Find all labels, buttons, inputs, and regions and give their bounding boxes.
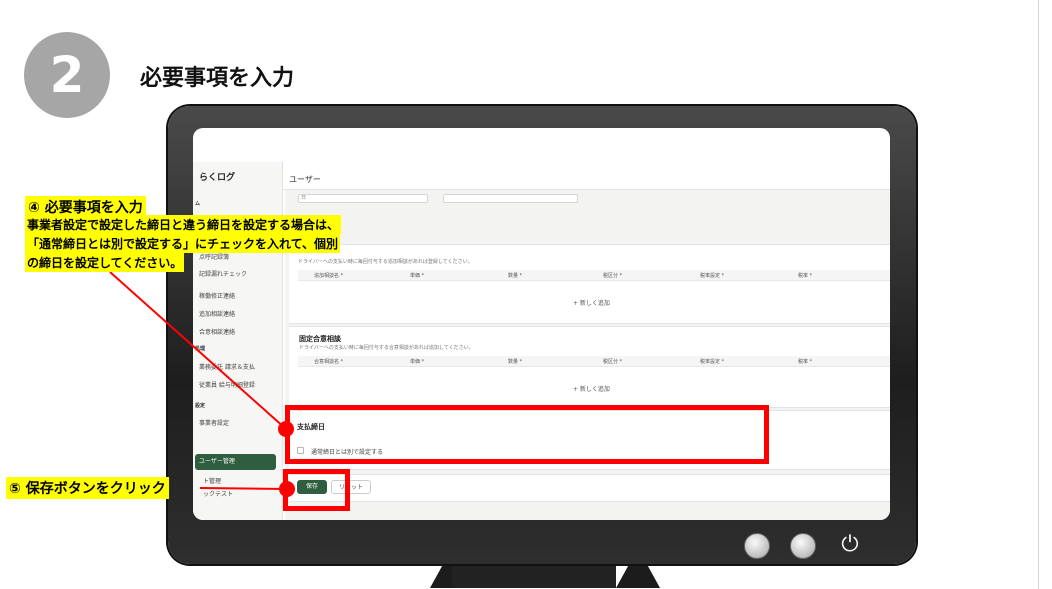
slide: 2 必要事項を入力 ⏻ らくログ ム 点呼記録簿 記録漏れチェック 稼働修正連絡… <box>0 0 1052 589</box>
sidebar-item-payslip[interactable]: 従業員 給与明細登録 <box>199 380 255 389</box>
callout-dot-5 <box>279 481 295 497</box>
col-quantity: 数量 * <box>508 273 523 279</box>
col-tax-rate: 税率 * <box>798 359 813 365</box>
monitor-button-1[interactable] <box>744 533 770 559</box>
additional-table-header: 追加相談名 * 単価 * 数量 * 税区分 * 税率設定 * 税率 * <box>298 270 890 281</box>
step-number-circle: 2 <box>24 32 110 118</box>
sidebar-item-work-fix[interactable]: 稼働修正連絡 <box>199 291 235 300</box>
top-input-2[interactable] <box>443 194 578 203</box>
sidebar-item-contract-billing[interactable]: 業務委託 請求＆支払 <box>199 362 255 371</box>
add-fixed-button[interactable]: + 新しく追加 <box>573 384 610 393</box>
breadcrumb: ユーザー <box>289 175 321 184</box>
sidebar-item-check-test[interactable]: ックテスト <box>203 489 233 498</box>
sidebar-item-additional[interactable]: 追加相談連絡 <box>199 309 235 318</box>
sidebar-item-business-settings[interactable]: 事業者設定 <box>199 418 229 427</box>
callout-4-line-2: 「通常締日とは別で設定する」にチェックを入れて、個別 <box>25 234 341 253</box>
sidebar-section-mark: ム <box>195 201 201 207</box>
top-input[interactable]: 日 <box>298 194 428 203</box>
col-tax-setting: 税率設定 * <box>700 273 725 279</box>
monitor-button-2[interactable] <box>790 533 816 559</box>
fixed-title: 固定合意相談 <box>299 335 341 343</box>
callout-4-line-1: 事業者設定で設定した締日と違う締日を設定する場合は、 <box>25 215 342 234</box>
sidebar-section-settings: 設定 <box>195 403 206 409</box>
col-tax-class: 税区分 * <box>603 359 623 365</box>
callout-5: ⑤ 保存ボタンをクリック <box>6 477 169 499</box>
sidebar-item-roll-call[interactable]: 点呼記録簿 <box>199 252 229 261</box>
col-quantity: 数量 * <box>508 359 523 365</box>
sidebar-item-agreement[interactable]: 合意相談連絡 <box>199 327 235 336</box>
buttons-card <box>289 474 890 502</box>
callout-dot-4 <box>278 421 294 437</box>
col-unit-price: 単価 * <box>410 359 425 365</box>
col-agreement-name: 合意相談名 * <box>314 359 344 365</box>
fixed-card <box>289 326 890 408</box>
app-topbar <box>283 162 890 190</box>
callout-4-line-3: の締日を設定してください。 <box>25 253 185 272</box>
additional-card <box>289 244 890 324</box>
col-additional-name: 追加相談名 * <box>314 273 344 279</box>
highlight-payment-box <box>285 405 769 464</box>
col-unit-price: 単価 * <box>410 273 425 279</box>
additional-desc: ドライバーへの支払い時に毎回付与する追加相談があれば登録してください。 <box>298 259 473 265</box>
sidebar-item-user-management[interactable]: ユーザー管理 <box>195 454 276 470</box>
fixed-table-header: 合意相談名 * 単価 * 数量 * 税区分 * 税率設定 * 税率 * <box>298 356 890 367</box>
sidebar-section-process: 処理 <box>195 346 206 352</box>
power-icon[interactable]: ⏻ <box>836 531 864 559</box>
sidebar-item-management[interactable]: ト管理 <box>203 476 221 485</box>
sidebar-item-missing-check[interactable]: 記録漏れチェック <box>199 269 247 278</box>
app-logo[interactable]: らくログ <box>199 170 235 183</box>
add-additional-button[interactable]: + 新しく追加 <box>573 298 610 307</box>
col-tax-class: 税区分 * <box>603 273 623 279</box>
col-tax-rate: 税率 * <box>798 273 813 279</box>
step-title: 必要事項を入力 <box>140 66 295 91</box>
fixed-desc: ドライバーへの支払い時に毎回付与する合意相談があれば追加してください。 <box>299 345 474 351</box>
col-tax-setting: 税率設定 * <box>700 359 725 365</box>
slide-edge-line <box>1038 0 1039 589</box>
